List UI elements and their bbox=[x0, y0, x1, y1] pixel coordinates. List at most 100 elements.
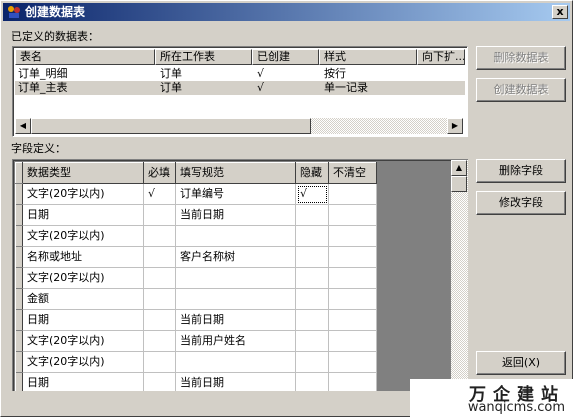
rule-cell[interactable] bbox=[175, 288, 296, 310]
row-header[interactable] bbox=[15, 246, 23, 268]
delete-field-button[interactable]: 删除字段 bbox=[476, 159, 566, 183]
row-header[interactable] bbox=[15, 183, 23, 205]
table-row[interactable]: 文字(20字以内) √ 订单编号 √ bbox=[15, 183, 377, 205]
scroll-thumb[interactable] bbox=[451, 176, 467, 192]
table-row[interactable]: 日期 当前日期 bbox=[15, 309, 377, 331]
col-required[interactable]: 必填 bbox=[143, 162, 176, 184]
rule-cell[interactable] bbox=[175, 225, 296, 247]
required-cell[interactable]: √ bbox=[143, 183, 176, 205]
back-button[interactable]: 返回(X) bbox=[476, 351, 566, 375]
table-row[interactable]: 文字(20字以内) bbox=[15, 351, 377, 373]
keep-cell[interactable] bbox=[328, 225, 377, 247]
modify-field-button[interactable]: 修改字段 bbox=[476, 191, 566, 215]
type-cell[interactable]: 名称或地址 bbox=[22, 246, 144, 268]
create-table-button[interactable]: 创建数据表 bbox=[476, 78, 566, 102]
tables-horizontal-scrollbar[interactable]: ◀ ▶ bbox=[15, 118, 463, 134]
fields-vertical-scrollbar[interactable]: ▲ bbox=[451, 160, 468, 391]
hidden-cell[interactable] bbox=[295, 204, 329, 226]
col-sheet[interactable]: 所在工作表 bbox=[155, 49, 252, 65]
title-bar[interactable]: 创建数据表 x bbox=[3, 3, 570, 21]
row-header[interactable] bbox=[15, 288, 23, 310]
hidden-cell[interactable] bbox=[295, 246, 329, 268]
type-cell[interactable]: 文字(20字以内) bbox=[22, 351, 144, 373]
required-cell[interactable] bbox=[143, 372, 176, 391]
col-rule[interactable]: 填写规范 bbox=[175, 162, 296, 184]
col-expand[interactable]: 向下扩... bbox=[417, 49, 465, 65]
type-cell[interactable]: 日期 bbox=[22, 372, 144, 391]
table-row[interactable]: 名称或地址 客户名称树 bbox=[15, 246, 377, 268]
rule-cell[interactable]: 订单编号 bbox=[175, 183, 296, 205]
scroll-left-icon[interactable]: ◀ bbox=[15, 118, 31, 134]
keep-cell[interactable] bbox=[328, 204, 377, 226]
rule-cell[interactable]: 当前用户姓名 bbox=[175, 330, 296, 352]
keep-cell[interactable] bbox=[328, 183, 377, 205]
table-row[interactable]: 文字(20字以内) bbox=[15, 225, 377, 247]
delete-table-button[interactable]: 删除数据表 bbox=[476, 46, 566, 70]
type-cell[interactable]: 文字(20字以内) bbox=[22, 330, 144, 352]
type-cell[interactable]: 日期 bbox=[22, 309, 144, 331]
hidden-cell[interactable] bbox=[295, 309, 329, 331]
required-cell[interactable] bbox=[143, 288, 176, 310]
table-row[interactable]: 订单_明细 订单 √ 按行 bbox=[15, 67, 417, 81]
hidden-cell[interactable]: √ bbox=[295, 183, 329, 205]
hidden-cell[interactable] bbox=[295, 225, 329, 247]
keep-cell[interactable] bbox=[328, 288, 377, 310]
keep-cell[interactable] bbox=[328, 351, 377, 373]
window-title: 创建数据表 bbox=[25, 5, 86, 19]
scroll-right-icon[interactable]: ▶ bbox=[447, 118, 463, 134]
tables-header: 表名 所在工作表 已创建 样式 向下扩... bbox=[15, 49, 465, 65]
required-cell[interactable] bbox=[143, 204, 176, 226]
hidden-cell[interactable] bbox=[295, 267, 329, 289]
row-header[interactable] bbox=[15, 225, 23, 247]
keep-cell[interactable] bbox=[328, 246, 377, 268]
fields-grid[interactable]: 数据类型 必填 填写规范 隐藏 不清空 文字(20字以内) √ 订单编号 √ 日… bbox=[12, 159, 468, 391]
row-header[interactable] bbox=[15, 330, 23, 352]
table-row[interactable]: 金额 bbox=[15, 288, 377, 310]
keep-cell[interactable] bbox=[328, 267, 377, 289]
table-row[interactable]: 日期 当前日期 bbox=[15, 204, 377, 226]
rule-cell[interactable]: 当前日期 bbox=[175, 372, 296, 391]
hidden-cell[interactable] bbox=[295, 288, 329, 310]
row-header[interactable] bbox=[15, 351, 23, 373]
required-cell[interactable] bbox=[143, 309, 176, 331]
keep-cell[interactable] bbox=[328, 309, 377, 331]
tables-listview[interactable]: 表名 所在工作表 已创建 样式 向下扩... 订单_明细 订单 √ 按行 订单_… bbox=[12, 46, 468, 137]
table-row[interactable]: 文字(20字以内) 当前用户姓名 bbox=[15, 330, 377, 352]
scroll-up-icon[interactable]: ▲ bbox=[451, 160, 467, 176]
row-header[interactable] bbox=[15, 372, 23, 391]
keep-cell[interactable] bbox=[328, 330, 377, 352]
type-cell[interactable]: 文字(20字以内) bbox=[22, 183, 144, 205]
required-cell[interactable] bbox=[143, 246, 176, 268]
row-header[interactable] bbox=[15, 309, 23, 331]
scroll-thumb[interactable] bbox=[31, 118, 311, 134]
table-row-selected[interactable]: 订单_主表 订单 √ 单一记录 bbox=[15, 81, 465, 95]
rule-cell[interactable] bbox=[175, 267, 296, 289]
type-cell[interactable]: 日期 bbox=[22, 204, 144, 226]
rule-cell[interactable] bbox=[175, 351, 296, 373]
required-cell[interactable] bbox=[143, 330, 176, 352]
type-cell[interactable]: 金额 bbox=[22, 288, 144, 310]
required-cell[interactable] bbox=[143, 267, 176, 289]
hidden-cell[interactable] bbox=[295, 351, 329, 373]
row-header[interactable] bbox=[15, 267, 23, 289]
row-header[interactable] bbox=[15, 204, 23, 226]
hidden-cell[interactable] bbox=[295, 330, 329, 352]
col-hidden[interactable]: 隐藏 bbox=[295, 162, 329, 184]
col-keep[interactable]: 不清空 bbox=[328, 162, 377, 184]
type-cell[interactable]: 文字(20字以内) bbox=[22, 267, 144, 289]
col-style[interactable]: 样式 bbox=[319, 49, 417, 65]
col-table-name[interactable]: 表名 bbox=[15, 49, 155, 65]
required-cell[interactable] bbox=[143, 225, 176, 247]
hidden-cell[interactable] bbox=[295, 372, 329, 391]
table-row[interactable]: 文字(20字以内) bbox=[15, 267, 377, 289]
close-button[interactable]: x bbox=[552, 5, 568, 19]
col-created[interactable]: 已创建 bbox=[252, 49, 319, 65]
keep-cell[interactable] bbox=[328, 372, 377, 391]
required-cell[interactable] bbox=[143, 351, 176, 373]
rule-cell[interactable]: 当前日期 bbox=[175, 309, 296, 331]
type-cell[interactable]: 文字(20字以内) bbox=[22, 225, 144, 247]
table-row[interactable]: 日期 当前日期 bbox=[15, 372, 377, 391]
rule-cell[interactable]: 客户名称树 bbox=[175, 246, 296, 268]
rule-cell[interactable]: 当前日期 bbox=[175, 204, 296, 226]
col-data-type[interactable]: 数据类型 bbox=[22, 162, 144, 184]
